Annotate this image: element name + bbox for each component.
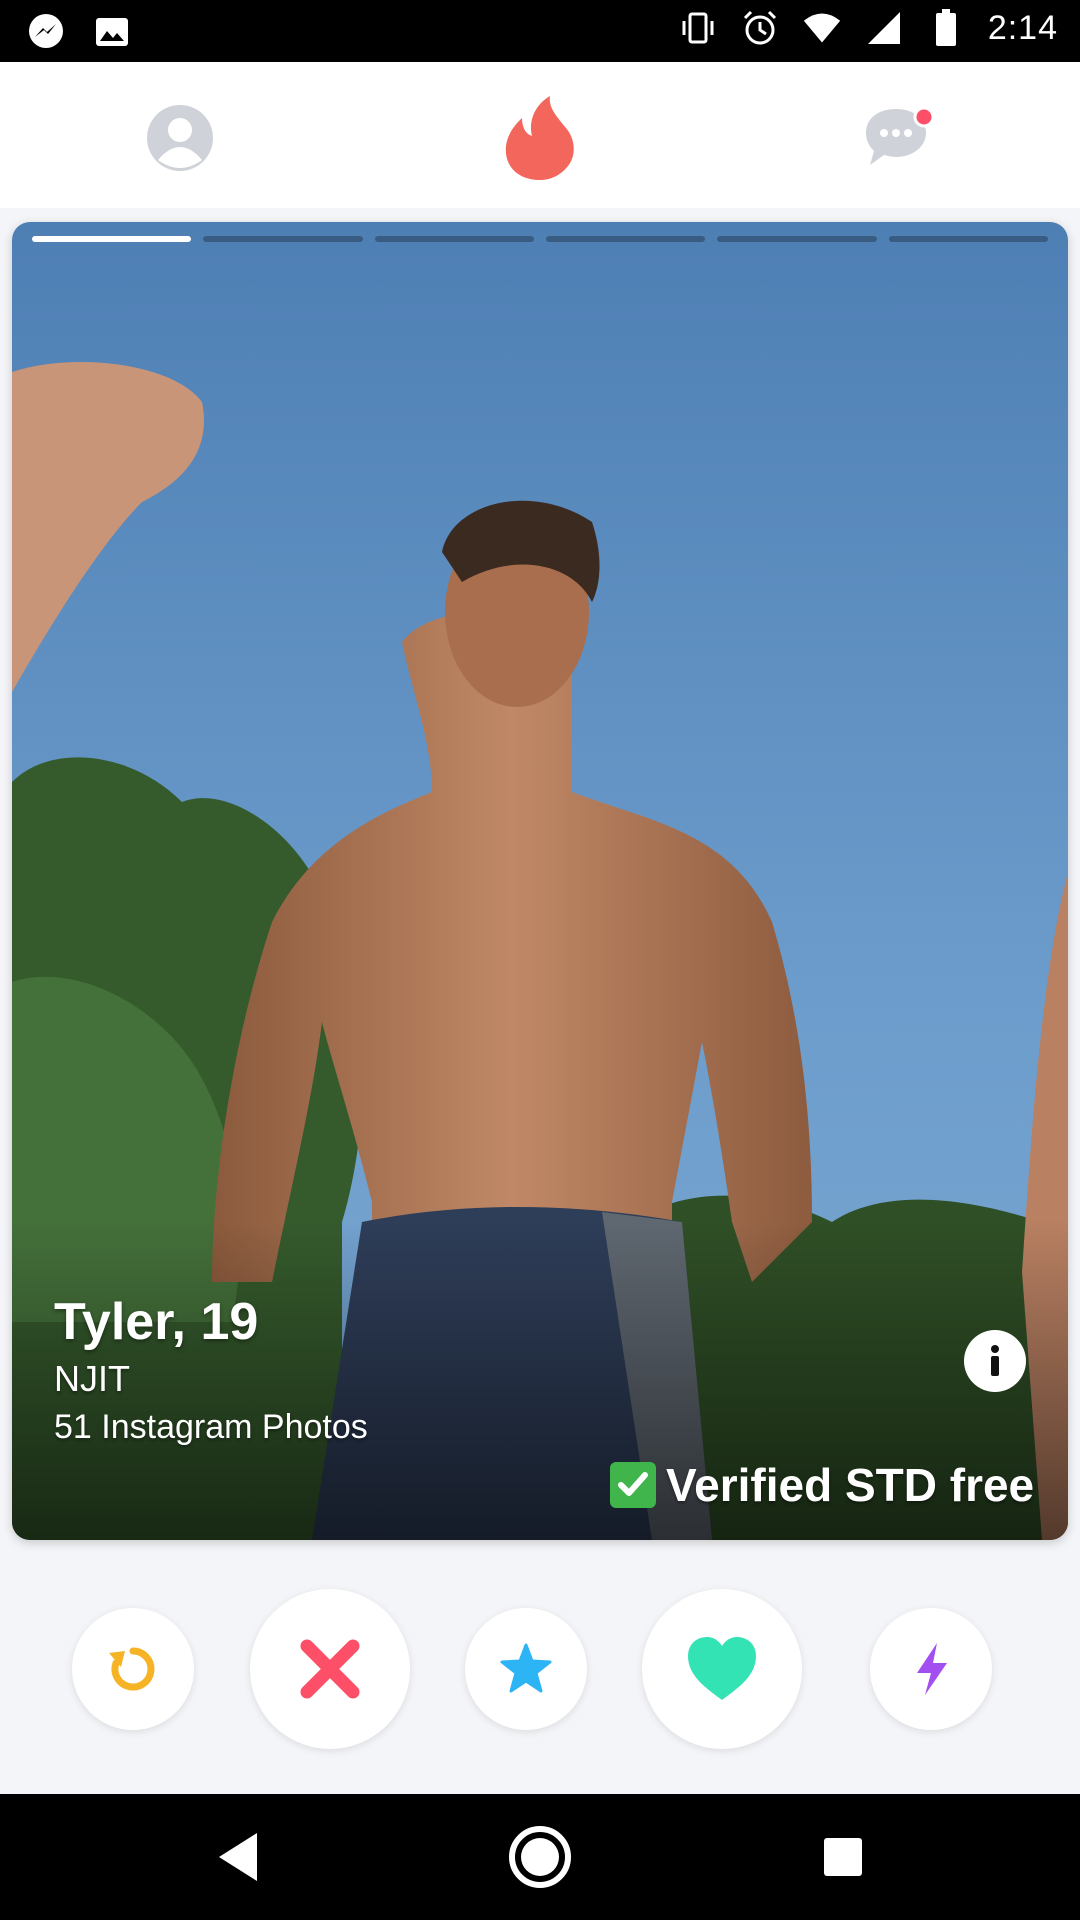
check-icon [610,1462,656,1508]
messages-icon [866,106,935,165]
profile-icon [147,105,213,171]
wifi-icon [802,8,842,48]
photo-indicator[interactable] [888,236,1048,242]
boost-button[interactable] [870,1608,992,1730]
verified-badge: Verified STD free [610,1458,1034,1512]
profile-card[interactable]: Tyler, 19 NJIT 51 Instagram Photos Verif… [12,222,1068,1540]
recents-icon [824,1838,862,1876]
flame-logo-icon [505,96,574,180]
action-bar [0,1584,1080,1754]
clock: 2:14 [987,8,1058,47]
messenger-icon [26,12,66,52]
battery-icon [926,8,966,48]
back-icon [219,1833,257,1881]
discover-button[interactable] [500,96,580,180]
close-icon [300,1639,360,1699]
info-icon [991,1345,999,1376]
rewind-icon [109,1647,155,1691]
photo-progress [32,236,1048,244]
messages-button[interactable] [860,98,940,178]
image-icon [92,12,132,52]
super-like-button[interactable] [465,1608,587,1730]
photo-indicator[interactable] [717,236,877,242]
status-bar: 2:14 [0,0,1080,62]
back-button[interactable] [205,1824,271,1890]
school: NJIT [54,1358,130,1399]
instagram-photos: 51 Instagram Photos [54,1408,368,1446]
info-button[interactable] [964,1330,1026,1392]
photo-indicator-active[interactable] [32,236,192,242]
profile-info: Tyler, 19 NJIT 51 Instagram Photos [54,1292,368,1447]
signal-icon [864,8,904,48]
name-age: Tyler, 19 [54,1293,259,1351]
recents-button[interactable] [810,1824,876,1890]
home-button[interactable] [507,1824,573,1890]
profile-button[interactable] [140,98,220,178]
star-icon [500,1643,552,1693]
photo-indicator[interactable] [545,236,706,242]
bolt-icon [917,1643,947,1695]
home-icon [509,1826,571,1888]
top-app-bar [0,62,1080,208]
heart-icon [688,1637,756,1700]
alarm-icon [740,8,780,48]
photo-indicator[interactable] [374,236,534,242]
vibrate-icon [678,8,718,48]
rewind-button[interactable] [72,1608,194,1730]
photo-indicator[interactable] [203,236,363,242]
like-button[interactable] [642,1589,802,1749]
system-nav-bar [0,1794,1080,1920]
verified-text: Verified STD free [666,1459,1035,1511]
nope-button[interactable] [250,1589,410,1749]
